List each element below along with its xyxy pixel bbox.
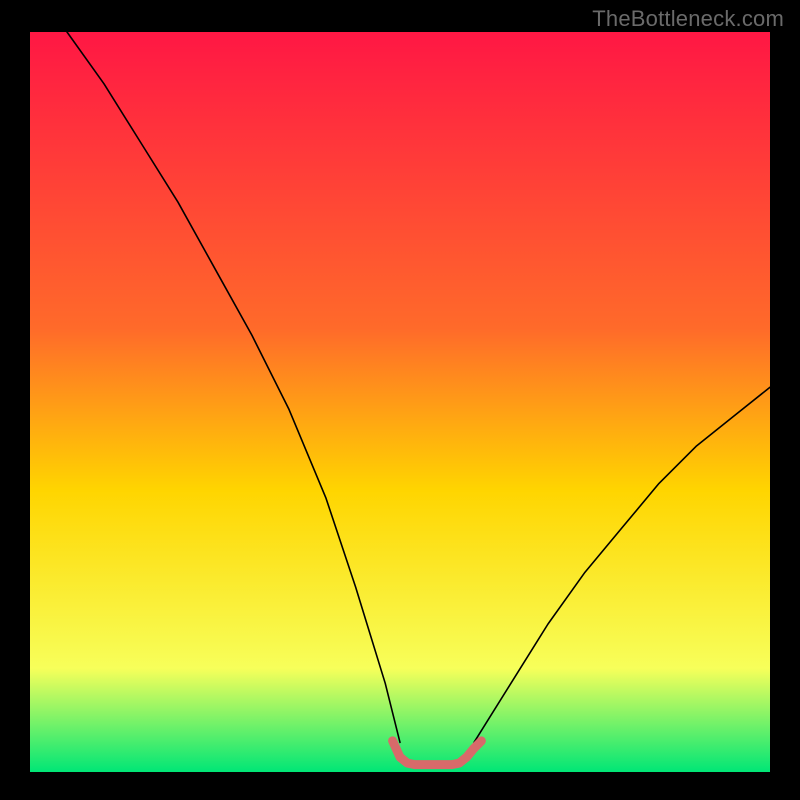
chart-container: TheBottleneck.com	[0, 0, 800, 800]
watermark-text: TheBottleneck.com	[592, 6, 784, 32]
chart-svg	[0, 0, 800, 800]
